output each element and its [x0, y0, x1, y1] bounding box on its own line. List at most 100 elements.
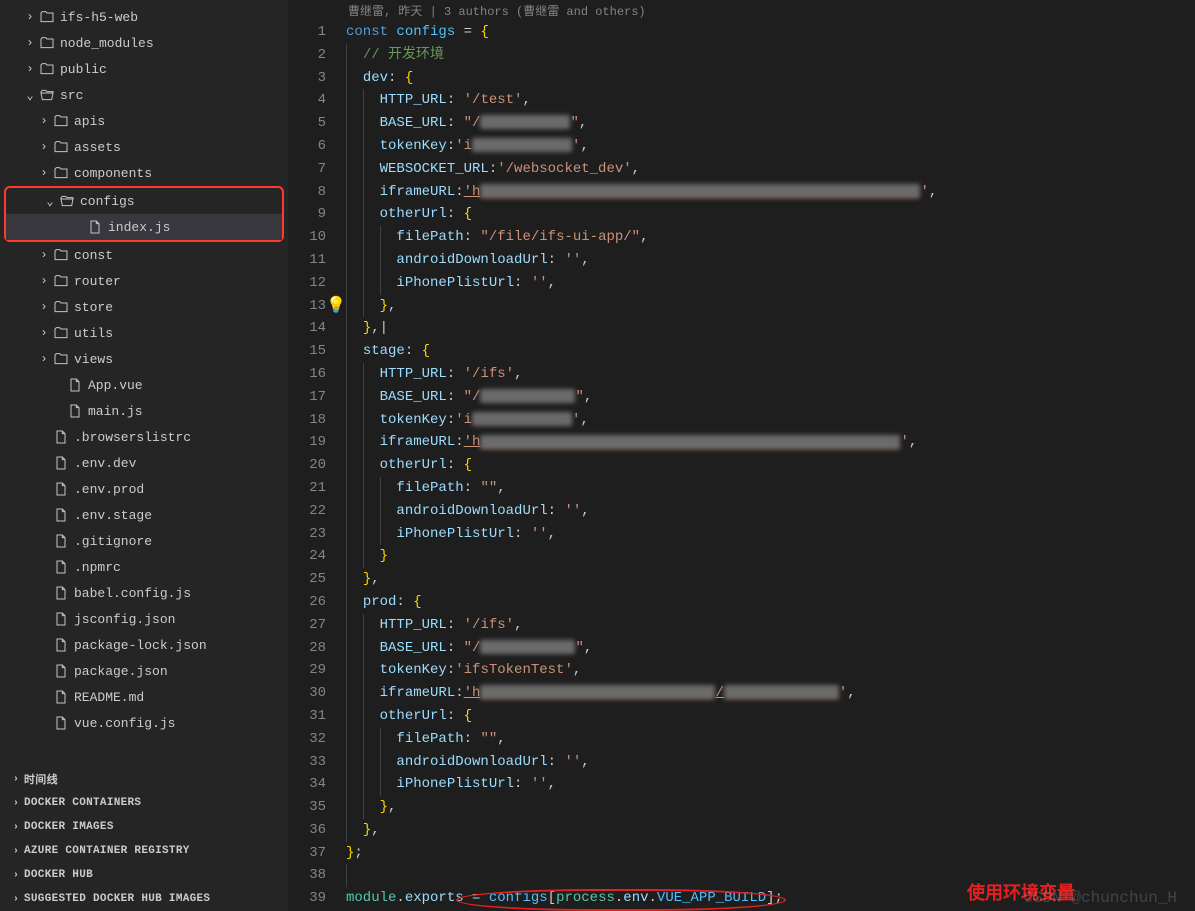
tree-folder[interactable]: ›assets	[0, 134, 288, 160]
code-line[interactable]: prod: {	[346, 591, 1195, 614]
code-line[interactable]: iframeURL:'h ',	[346, 181, 1195, 204]
tree-file[interactable]: package-lock.json	[0, 632, 288, 658]
file-tree[interactable]: ›ifs-h5-web›node_modules›public⌄src›apis…	[0, 0, 288, 767]
tree-item-label: assets	[74, 140, 121, 155]
tree-file[interactable]: .browserslistrc	[0, 424, 288, 450]
folder-icon	[38, 61, 56, 77]
code-line[interactable]: },|	[346, 317, 1195, 340]
tree-folder[interactable]: ⌄src	[0, 82, 288, 108]
folder-icon	[52, 113, 70, 129]
tree-folder[interactable]: ›apis	[0, 108, 288, 134]
code-content[interactable]: const configs = { // 开发环境 dev: { HTTP_UR…	[346, 21, 1195, 911]
code-line[interactable]: iframeURL:'h ',	[346, 431, 1195, 454]
code-line[interactable]: dev: {	[346, 67, 1195, 90]
folder-icon	[52, 351, 70, 367]
code-line[interactable]: filePath: "/file/ifs-ui-app/",	[346, 226, 1195, 249]
lightbulb-icon[interactable]: 💡	[326, 295, 346, 318]
file-explorer-sidebar[interactable]: ›ifs-h5-web›node_modules›public⌄src›apis…	[0, 0, 288, 911]
tree-folder[interactable]: ›store	[0, 294, 288, 320]
panel-header[interactable]: ›DOCKER HUB	[0, 863, 288, 887]
panel-header[interactable]: ›时间线	[0, 767, 288, 791]
file-icon	[52, 689, 70, 705]
code-line[interactable]: HTTP_URL: '/ifs',	[346, 614, 1195, 637]
code-line[interactable]: WEBSOCKET_URL:'/websocket_dev',	[346, 158, 1195, 181]
tree-file[interactable]: jsconfig.json	[0, 606, 288, 632]
code-line[interactable]: },	[346, 796, 1195, 819]
panel-header[interactable]: ›AZURE CONTAINER REGISTRY	[0, 839, 288, 863]
code-line[interactable]: androidDownloadUrl: '',	[346, 751, 1195, 774]
tree-item-label: .browserslistrc	[74, 430, 191, 445]
folder-icon	[38, 9, 56, 25]
tree-folder[interactable]: ›node_modules	[0, 30, 288, 56]
code-line[interactable]: tokenKey:'i ',	[346, 409, 1195, 432]
code-line[interactable]: androidDownloadUrl: '',	[346, 249, 1195, 272]
code-line[interactable]: otherUrl: {	[346, 203, 1195, 226]
code-line[interactable]: tokenKey:'i ',	[346, 135, 1195, 158]
code-line[interactable]	[346, 864, 1195, 887]
tree-file[interactable]: index.js	[6, 214, 282, 240]
tree-item-label: .gitignore	[74, 534, 152, 549]
tree-file[interactable]: .npmrc	[0, 554, 288, 580]
code-line[interactable]: BASE_URL: "/ ",	[346, 386, 1195, 409]
tree-folder[interactable]: ›utils	[0, 320, 288, 346]
tree-file[interactable]: vue.config.js	[0, 710, 288, 736]
code-line[interactable]: filePath: "",	[346, 728, 1195, 751]
chevron-icon: ›	[36, 352, 52, 366]
file-icon	[52, 585, 70, 601]
code-line[interactable]: otherUrl: {	[346, 454, 1195, 477]
folder-icon	[38, 87, 56, 103]
code-line[interactable]: module.exports = configs[process.env.VUE…	[346, 887, 1195, 910]
code-line[interactable]: BASE_URL: "/ ",	[346, 112, 1195, 135]
tree-file[interactable]: README.md	[0, 684, 288, 710]
tree-item-label: ifs-h5-web	[60, 10, 138, 25]
chevron-icon: ›	[36, 274, 52, 288]
panel-header[interactable]: ›SUGGESTED DOCKER HUB IMAGES	[0, 887, 288, 911]
code-line[interactable]: iframeURL:'h / ',	[346, 682, 1195, 705]
code-line[interactable]: stage: {	[346, 340, 1195, 363]
code-line[interactable]: iPhonePlistUrl: '',	[346, 272, 1195, 295]
code-line[interactable]: androidDownloadUrl: '',	[346, 500, 1195, 523]
tree-file[interactable]: main.js	[0, 398, 288, 424]
tree-item-label: main.js	[88, 404, 143, 419]
file-icon	[52, 533, 70, 549]
tree-file[interactable]: .env.dev	[0, 450, 288, 476]
folder-icon	[52, 273, 70, 289]
panel-title: DOCKER IMAGES	[24, 821, 114, 833]
tree-folder[interactable]: ›views	[0, 346, 288, 372]
tree-file[interactable]: .env.stage	[0, 502, 288, 528]
tree-item-label: package-lock.json	[74, 638, 207, 653]
tree-file[interactable]: App.vue	[0, 372, 288, 398]
tree-folder[interactable]: ›public	[0, 56, 288, 82]
tree-folder[interactable]: ›const	[0, 242, 288, 268]
tree-file[interactable]: .env.prod	[0, 476, 288, 502]
tree-file[interactable]: .gitignore	[0, 528, 288, 554]
code-line[interactable]: // 开发环境	[346, 44, 1195, 67]
code-line[interactable]: BASE_URL: "/ ",	[346, 637, 1195, 660]
tree-folder[interactable]: ›components	[0, 160, 288, 186]
code-line[interactable]: HTTP_URL: '/ifs',	[346, 363, 1195, 386]
tree-folder[interactable]: ›router	[0, 268, 288, 294]
code-line[interactable]: filePath: "",	[346, 477, 1195, 500]
panel-header[interactable]: ›DOCKER CONTAINERS	[0, 791, 288, 815]
code-line[interactable]: },	[346, 568, 1195, 591]
tree-file[interactable]: babel.config.js	[0, 580, 288, 606]
code-line[interactable]: const configs = {	[346, 21, 1195, 44]
file-icon	[52, 715, 70, 731]
tree-file[interactable]: package.json	[0, 658, 288, 684]
code-line[interactable]: },	[346, 819, 1195, 842]
panel-header[interactable]: ›DOCKER IMAGES	[0, 815, 288, 839]
code-line[interactable]: }	[346, 545, 1195, 568]
chevron-icon: ›	[8, 894, 24, 905]
code-line[interactable]: iPhonePlistUrl: '',	[346, 523, 1195, 546]
code-line[interactable]: otherUrl: {	[346, 705, 1195, 728]
code-line[interactable]: };	[346, 842, 1195, 865]
code-line[interactable]: iPhonePlistUrl: '',	[346, 773, 1195, 796]
tree-folder[interactable]: ›ifs-h5-web	[0, 4, 288, 30]
code-line[interactable]: HTTP_URL: '/test',	[346, 89, 1195, 112]
tree-item-label: README.md	[74, 690, 144, 705]
code-line[interactable]: tokenKey:'ifsTokenTest',	[346, 659, 1195, 682]
tree-folder[interactable]: ⌄configs	[6, 188, 282, 214]
code-editor[interactable]: 曹继雷, 昨天 | 3 authors (曹继雷 and others) 123…	[288, 0, 1195, 911]
file-icon	[52, 429, 70, 445]
code-line[interactable]: },💡	[346, 295, 1195, 318]
